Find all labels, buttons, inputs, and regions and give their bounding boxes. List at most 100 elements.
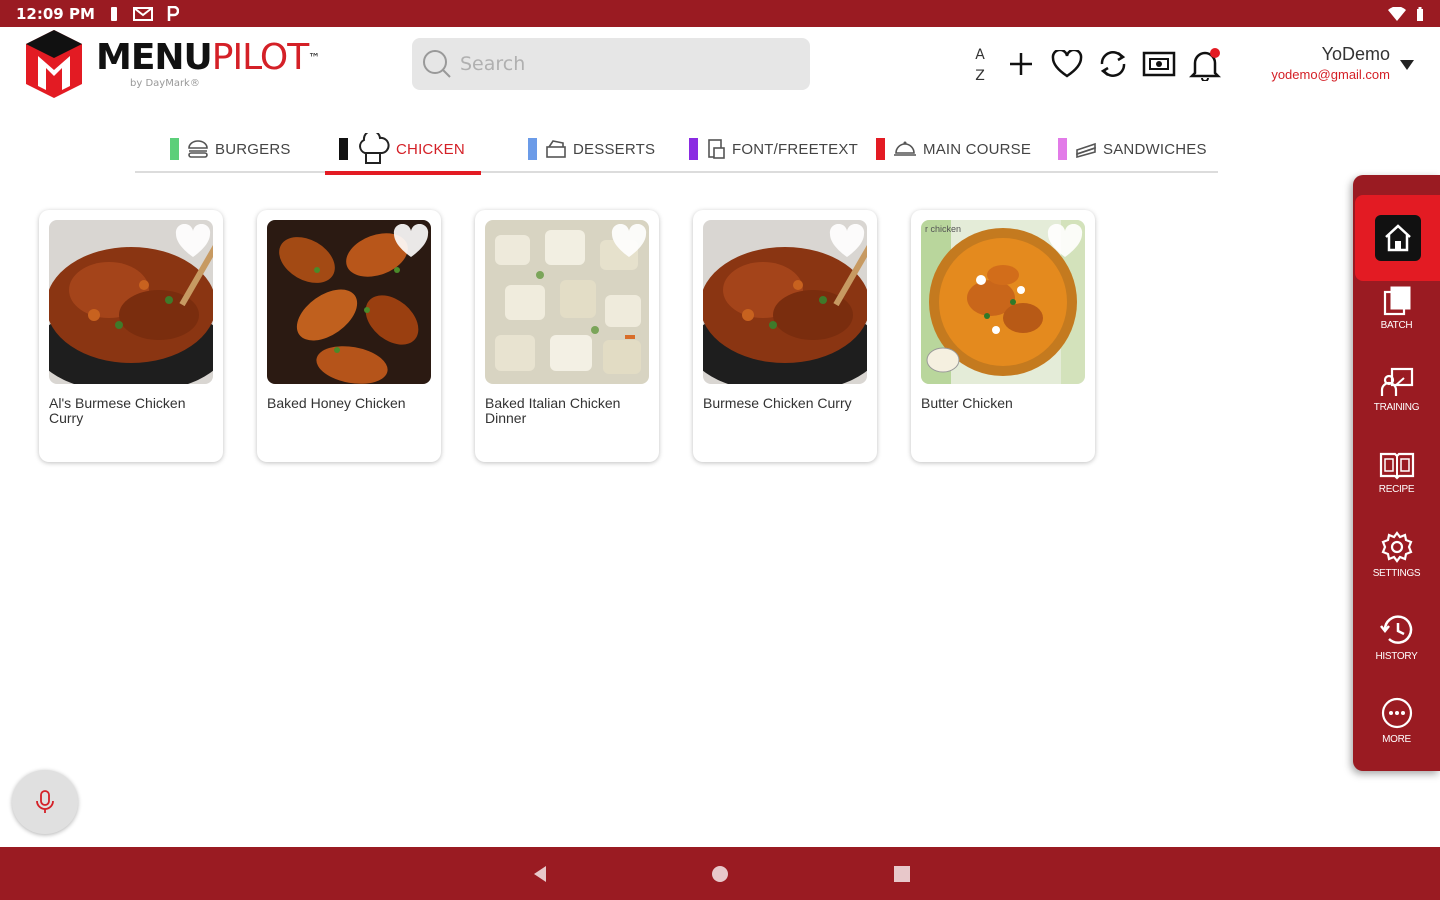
tab-label: BURGERS [215,140,291,158]
logo-byline: by DayMark® [130,77,200,89]
recipe-title: Butter Chicken [921,395,1013,411]
system-nav-bar [0,847,1440,900]
search-icon [423,50,451,78]
sandwich-icon [1076,142,1096,158]
image-watermark: r chicken [925,224,961,234]
sidebar-item-recipe[interactable]: RECIPE [1353,437,1440,507]
batch-icon [1383,286,1410,315]
back-triangle-icon [534,866,546,882]
notification-badge [1210,48,1220,58]
sidebar-label: RECIPE [1378,483,1415,495]
sidebar-label: SETTINGS [1372,567,1421,579]
heart-icon [1051,50,1083,78]
toolbar: A Z [962,40,1228,88]
nav-home-button[interactable] [707,861,733,887]
sidebar-item-batch[interactable]: BATCH [1353,272,1440,342]
sidebar-label: BATCH [1380,319,1413,331]
recipe-card[interactable]: Baked Italian Chicken Dinner [475,210,659,462]
tab-main-course[interactable]: MAIN COURSE [876,125,1031,173]
recipe-title: Baked Italian Chicken Dinner [485,395,621,426]
voice-input-button[interactable] [12,770,78,834]
app-logo[interactable]: MENUPILOT™ by DayMark® [22,28,320,100]
favorite-heart-icon[interactable] [609,224,649,260]
status-time: 12:09 PM [16,4,95,23]
recipe-card[interactable]: Baked Honey Chicken [257,210,441,462]
logo-wordmark: MENUPILOT™ [96,36,320,78]
recipe-card[interactable]: r chicken Butter Chicken [911,210,1095,462]
tab-label: DESSERTS [573,140,656,158]
add-button[interactable] [998,41,1044,87]
user-menu-dropdown[interactable] [1400,60,1414,70]
sync-button[interactable] [1090,41,1136,87]
burger-icon [188,140,208,158]
tab-font-freetext[interactable]: FONT/FREETEXT [689,125,858,173]
battery-status-icon [110,6,117,21]
favorite-heart-icon[interactable] [173,224,213,260]
search-input[interactable] [460,53,780,75]
recents-square-icon [894,866,910,882]
mail-icon [132,6,153,21]
sort-az-button[interactable]: A Z [962,41,998,87]
battery-icon [1417,6,1423,21]
display-button[interactable] [1136,41,1182,87]
right-sidebar: BATCH TRAINING RECIPE SETTINGS HISTORY M… [1353,175,1440,771]
tab-sandwiches[interactable]: SANDWICHES [1058,125,1207,173]
sort-az-icon: A Z [975,47,985,84]
sync-icon [1100,51,1126,77]
document-icon [708,139,725,159]
dessert-icon [546,140,566,158]
tab-chicken[interactable]: CHICKEN [325,125,481,175]
parking-icon [167,5,179,21]
sidebar-label: HISTORY [1375,650,1418,662]
sidebar-item-training[interactable]: TRAINING [1353,354,1440,424]
user-name: YoDemo [1321,44,1390,64]
favorite-heart-icon[interactable] [827,224,867,260]
display-icon [1142,51,1176,77]
gear-icon [1381,530,1412,563]
recipe-title: Al's Burmese Chicken Curry [49,395,186,426]
recipe-title: Baked Honey Chicken [267,395,406,411]
favorite-heart-icon[interactable] [1045,224,1085,260]
tab-label: MAIN COURSE [923,140,1032,158]
history-icon [1379,614,1412,644]
favorite-heart-icon[interactable] [391,224,431,260]
tab-color-swatch [528,138,537,160]
tab-color-swatch [876,138,885,160]
sidebar-item-more[interactable]: MORE [1353,685,1440,755]
tab-color-swatch [689,138,698,160]
tab-label: SANDWICHES [1103,140,1207,158]
tab-label: FONT/FREETEXT [732,140,858,158]
status-bar: 12:09 PM [0,0,1440,27]
sort-bottom-letter: Z [975,68,985,84]
microphone-icon [36,790,54,813]
recipe-card[interactable]: Burmese Chicken Curry [693,210,877,462]
nav-recents-button[interactable] [889,861,915,887]
sidebar-item-settings[interactable]: SETTINGS [1353,519,1440,589]
notifications-button[interactable] [1182,41,1228,87]
sidebar-label: MORE [1382,733,1411,745]
menupilot-logo-icon [22,28,86,100]
chef-hat-icon [359,133,390,164]
sidebar-item-history[interactable]: HISTORY [1353,602,1440,672]
recipe-book-icon [1379,452,1414,480]
wifi-icon [1388,6,1406,21]
recipe-card[interactable]: Al's Burmese Chicken Curry [39,210,223,462]
tab-color-swatch [339,138,348,160]
tab-color-swatch [170,138,179,160]
category-tabs: BURGERS CHICKEN DESSERTS FONT/FREETEXT M… [135,125,1218,175]
platter-icon [894,141,916,156]
home-icon [1384,224,1411,252]
search-bar[interactable] [412,38,810,90]
tab-color-swatch [1058,138,1067,160]
recipe-title: Burmese Chicken Curry [703,395,852,411]
tab-burgers[interactable]: BURGERS [170,125,291,173]
sidebar-home-button[interactable] [1355,195,1440,281]
sidebar-label: TRAINING [1373,401,1420,413]
favorites-button[interactable] [1044,41,1090,87]
user-profile[interactable]: YoDemo yodemo@gmail.com [1240,44,1390,82]
nav-back-button[interactable] [527,861,553,887]
tab-label: CHICKEN [396,140,465,158]
more-icon [1381,697,1412,728]
plus-icon [1010,53,1032,75]
tab-desserts[interactable]: DESSERTS [528,125,655,173]
